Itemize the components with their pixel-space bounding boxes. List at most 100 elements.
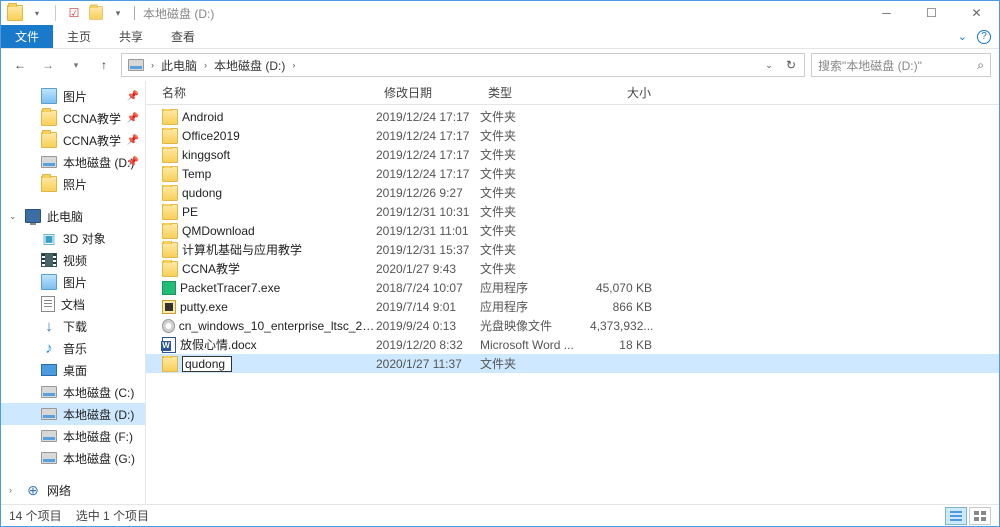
navigation-pane: 图片📌CCNA教学📌CCNA教学📌本地磁盘 (D:)📌照片⌄此电脑▣3D 对象视… (1, 81, 146, 504)
nav-thispc-item[interactable]: ▣3D 对象 (1, 227, 145, 249)
file-name: CCNA教学 (182, 260, 240, 277)
file-name: PE (182, 205, 198, 219)
file-name: putty.exe (180, 300, 228, 314)
pin-icon: 📌 (127, 135, 139, 146)
nav-thispc-item[interactable]: 图片 (1, 271, 145, 293)
file-row[interactable]: 计算机基础与应用教学 2019/12/31 15:37文件夹 (146, 240, 999, 259)
file-row[interactable]: Temp2019/12/24 17:17文件夹 (146, 164, 999, 183)
file-type: 文件夹 (480, 127, 590, 144)
file-list-pane: 名称 修改日期 类型 大小 Android2019/12/24 17:17文件夹… (146, 81, 999, 504)
nav-thispc-item[interactable]: 本地磁盘 (D:) (1, 403, 145, 425)
qat-properties-icon[interactable]: ☑ (66, 5, 82, 21)
chevron-right-icon[interactable]: › (289, 60, 298, 70)
address-bar-row: ← → ▾ ↑ › 此电脑 › 本地磁盘 (D:) › ⌄ ↻ 搜索"本地磁盘 … (1, 49, 999, 81)
nav-thispc-item[interactable]: 桌面 (1, 359, 145, 381)
explorer-window: ▾ ☑ ▾ 本地磁盘 (D:) ─ ☐ ✕ 文件 主页 共享 查看 ⌄ ? ← … (0, 0, 1000, 527)
file-row[interactable]: PacketTracer7.exe2018/7/24 10:07应用程序45,0… (146, 278, 999, 297)
refresh-button[interactable]: ↻ (780, 54, 802, 76)
qat-newfolder-icon[interactable] (88, 5, 104, 21)
file-date: 2019/12/24 17:17 (376, 110, 480, 124)
file-row[interactable]: 放假心情.docx2019/12/20 8:32Microsoft Word .… (146, 335, 999, 354)
file-size: 45,070 KB (590, 281, 660, 295)
file-row[interactable]: qudong2020/1/27 11:37文件夹 (146, 354, 999, 373)
file-date: 2019/12/24 17:17 (376, 167, 480, 181)
file-type: 文件夹 (480, 165, 590, 182)
folder-app-icon (7, 5, 23, 21)
nav-thispc-item[interactable]: ♪音乐 (1, 337, 145, 359)
file-date: 2019/12/20 8:32 (376, 338, 480, 352)
nav-thispc-item[interactable]: 本地磁盘 (C:) (1, 381, 145, 403)
file-type: 文件夹 (480, 146, 590, 163)
qat-customize-icon[interactable]: ▾ (110, 5, 126, 21)
nav-thispc-item[interactable]: 本地磁盘 (G:) (1, 447, 145, 469)
qat-dropdown[interactable]: ▾ (29, 5, 45, 21)
column-name[interactable]: 名称 (146, 81, 376, 104)
file-type: 文件夹 (480, 184, 590, 201)
ribbon-expand-icon[interactable]: ⌄ (958, 30, 967, 43)
nav-quick-item[interactable]: CCNA教学📌 (1, 107, 145, 129)
file-type: 文件夹 (480, 241, 590, 258)
rename-input[interactable]: qudong (182, 356, 232, 372)
status-bar: 14 个项目 选中 1 个项目 (1, 504, 999, 526)
view-details-button[interactable] (945, 507, 967, 525)
file-row[interactable]: putty.exe2019/7/14 9:01应用程序866 KB (146, 297, 999, 316)
minimize-button[interactable]: ─ (864, 1, 909, 25)
view-large-icons-button[interactable] (969, 507, 991, 525)
maximize-button[interactable]: ☐ (909, 1, 954, 25)
file-row[interactable]: PE2019/12/31 10:31文件夹 (146, 202, 999, 221)
tab-home[interactable]: 主页 (53, 25, 105, 48)
file-name: kinggsoft (182, 148, 230, 162)
address-dropdown[interactable]: ⌄ (758, 54, 780, 76)
breadcrumb-current[interactable]: 本地磁盘 (D:) (210, 54, 289, 76)
column-date[interactable]: 修改日期 (376, 81, 480, 104)
tab-view[interactable]: 查看 (157, 25, 209, 48)
tab-share[interactable]: 共享 (105, 25, 157, 48)
nav-thispc-item[interactable]: ↓下载 (1, 315, 145, 337)
file-name: 计算机基础与应用教学 (182, 241, 302, 258)
breadcrumb-thispc[interactable]: 此电脑 (157, 54, 201, 76)
column-type[interactable]: 类型 (480, 81, 590, 104)
nav-network[interactable]: ›⊕网络 (1, 479, 145, 501)
nav-quick-item[interactable]: 本地磁盘 (D:)📌 (1, 151, 145, 173)
pin-icon: 📌 (127, 157, 139, 168)
breadcrumb-root-icon[interactable] (124, 54, 148, 76)
address-bar[interactable]: › 此电脑 › 本地磁盘 (D:) › ⌄ ↻ (121, 53, 805, 77)
nav-up-button[interactable]: ↑ (93, 54, 115, 76)
nav-quick-item[interactable]: CCNA教学📌 (1, 129, 145, 151)
file-row[interactable]: kinggsoft2019/12/24 17:17文件夹 (146, 145, 999, 164)
file-type: 文件夹 (480, 355, 590, 372)
expand-icon[interactable]: › (9, 485, 12, 495)
nav-recent-dropdown[interactable]: ▾ (65, 54, 87, 76)
search-input[interactable]: 搜索"本地磁盘 (D:)" ⌕ (811, 53, 991, 77)
expand-icon[interactable]: ⌄ (9, 211, 17, 222)
nav-thispc[interactable]: ⌄此电脑 (1, 205, 145, 227)
chevron-right-icon[interactable]: › (201, 60, 210, 70)
file-row[interactable]: QMDownload2019/12/31 11:01文件夹 (146, 221, 999, 240)
nav-back-button[interactable]: ← (9, 54, 31, 76)
file-type: 光盘映像文件 (480, 317, 590, 334)
nav-quick-item[interactable]: 图片📌 (1, 85, 145, 107)
file-row[interactable]: Office20192019/12/24 17:17文件夹 (146, 126, 999, 145)
chevron-right-icon[interactable]: › (148, 60, 157, 70)
nav-forward-button[interactable]: → (37, 54, 59, 76)
help-icon[interactable]: ? (977, 30, 991, 44)
file-row[interactable]: CCNA教学2020/1/27 9:43文件夹 (146, 259, 999, 278)
file-type: Microsoft Word ... (480, 338, 590, 352)
file-list[interactable]: Android2019/12/24 17:17文件夹Office20192019… (146, 105, 999, 504)
tab-file[interactable]: 文件 (1, 25, 53, 48)
pin-icon: 📌 (127, 113, 139, 124)
nav-quick-item[interactable]: 照片 (1, 173, 145, 195)
status-item-count: 14 个项目 (9, 507, 62, 524)
file-row[interactable]: qudong2019/12/26 9:27文件夹 (146, 183, 999, 202)
file-date: 2019/9/24 0:13 (376, 319, 480, 333)
nav-thispc-item[interactable]: 视频 (1, 249, 145, 271)
file-row[interactable]: cn_windows_10_enterprise_ltsc_2019_...20… (146, 316, 999, 335)
close-button[interactable]: ✕ (954, 1, 999, 25)
column-size[interactable]: 大小 (590, 81, 660, 104)
file-row[interactable]: Android2019/12/24 17:17文件夹 (146, 107, 999, 126)
nav-thispc-item[interactable]: 本地磁盘 (F:) (1, 425, 145, 447)
file-name: Office2019 (182, 129, 240, 143)
nav-thispc-item[interactable]: 文档 (1, 293, 145, 315)
file-date: 2020/1/27 9:43 (376, 262, 480, 276)
file-date: 2019/12/31 15:37 (376, 243, 480, 257)
